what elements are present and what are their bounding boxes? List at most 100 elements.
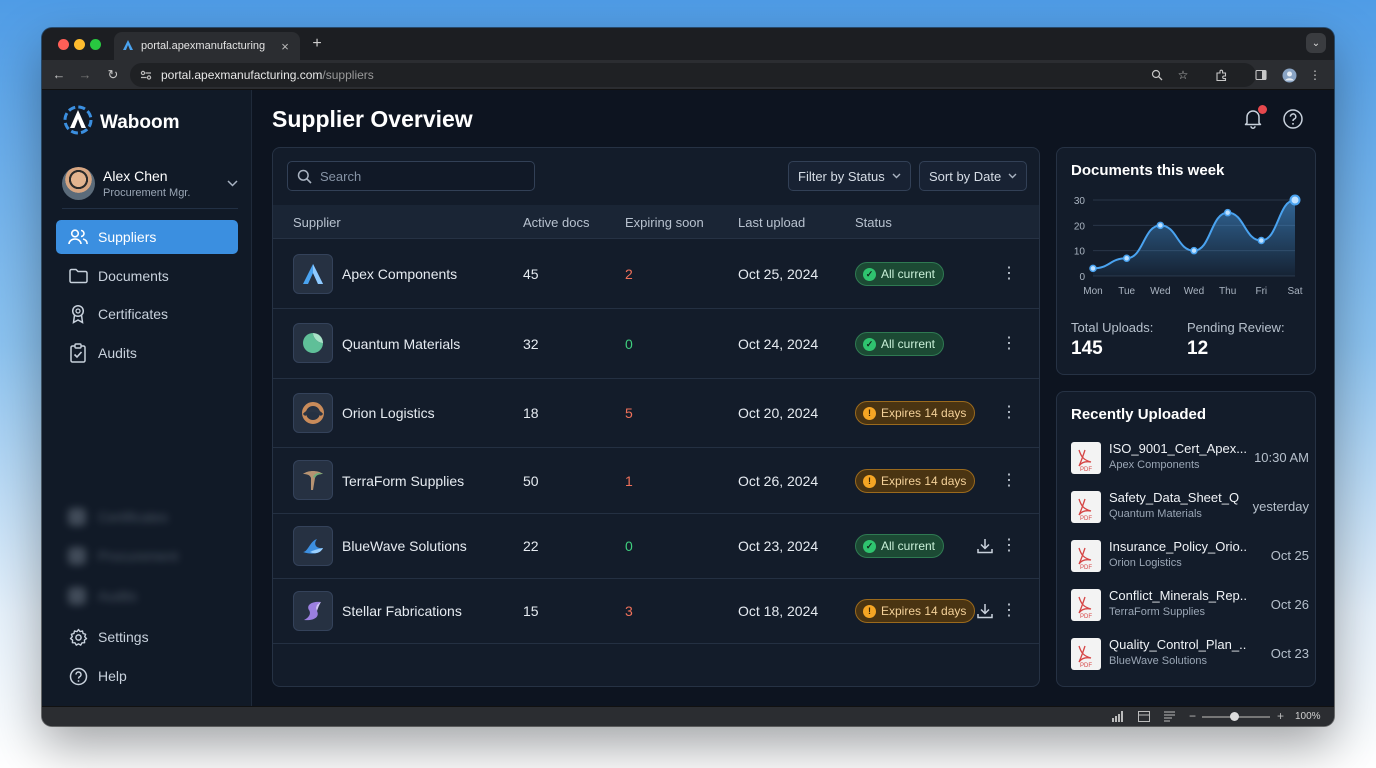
tab-search-button[interactable]: ⌄ [1306, 33, 1326, 53]
reload-button[interactable]: ↻ [104, 66, 122, 84]
filter-by-status-dropdown[interactable]: Filter by Status [788, 161, 911, 191]
sidebar-item-certificates[interactable]: Certificates [56, 297, 238, 331]
card-title: Documents this week [1071, 162, 1225, 179]
url-path: /suppliers [322, 68, 374, 82]
app-logo[interactable]: Waboom [62, 104, 180, 141]
status-text: All current [881, 267, 936, 281]
supplier-name[interactable]: Apex Components [342, 266, 457, 282]
sidebar-item-help[interactable]: Help [56, 659, 238, 693]
close-window-button[interactable] [58, 39, 69, 50]
status-text: Expires 14 days [881, 604, 967, 618]
minimize-window-button[interactable] [74, 39, 85, 50]
chart-x-tick-label: Wed [1184, 286, 1204, 297]
sidebar-item-audits[interactable]: Audits [56, 336, 238, 370]
tab-close-icon[interactable]: × [278, 39, 292, 54]
supplier-logo-icon [293, 591, 333, 631]
column-header-supplier[interactable]: Supplier [293, 215, 341, 230]
zoom-slider-handle[interactable] [1230, 712, 1239, 721]
side-panel-icon[interactable] [1252, 66, 1270, 84]
help-icon[interactable] [1282, 108, 1304, 130]
document-supplier: TerraForm Supplies [1109, 606, 1205, 618]
expiring-soon-value: 3 [625, 603, 633, 619]
recent-document-item[interactable]: PDF ISO_9001_Cert_Apex... Apex Component… [1071, 440, 1309, 480]
sidebar-item-suppliers[interactable]: Suppliers [56, 220, 238, 254]
search-input[interactable] [320, 168, 520, 184]
row-more-icon[interactable]: ⋮ [1001, 538, 1017, 554]
column-header-last-upload[interactable]: Last upload [738, 215, 805, 230]
table-row[interactable]: Quantum Materials 32 0 Oct 24, 2024 ✓ Al… [273, 309, 1039, 379]
documents-this-week-card: Documents this week 0 10 20 30 Mon Tue Wed Wed T… [1056, 147, 1316, 375]
maximize-window-button[interactable] [90, 39, 101, 50]
address-bar[interactable]: portal.apexmanufacturing.com/suppliers [130, 63, 1256, 87]
table-row[interactable]: TerraForm Supplies 50 1 Oct 26, 2024 ! E… [273, 448, 1039, 514]
row-more-icon[interactable]: ⋮ [1001, 603, 1017, 619]
download-icon[interactable] [976, 537, 994, 555]
screenshot-icon[interactable] [1138, 711, 1150, 723]
back-button[interactable]: ← [50, 66, 68, 84]
warning-circle-icon: ! [863, 604, 876, 618]
tab-favicon-icon [122, 39, 134, 54]
row-more-icon[interactable]: ⋮ [1001, 405, 1017, 421]
chart-x-tick-label: Mon [1083, 286, 1102, 297]
recent-document-item[interactable]: PDF Quality_Control_Plan_... BlueWave So… [1071, 636, 1309, 676]
table-row[interactable]: Stellar Fabrications 15 3 Oct 18, 2024 !… [273, 579, 1039, 644]
chevron-down-icon [892, 171, 901, 182]
active-docs-value: 18 [523, 405, 539, 421]
supplier-name[interactable]: BlueWave Solutions [342, 538, 467, 554]
chart-data-point [1089, 264, 1097, 273]
expiring-soon-value: 5 [625, 405, 633, 421]
column-header-expiring-soon[interactable]: Expiring soon [625, 215, 704, 230]
sidebar-item-label: Suppliers [98, 229, 157, 245]
download-icon[interactable] [976, 602, 994, 620]
zoom-icon[interactable] [1148, 66, 1166, 84]
column-header-active-docs[interactable]: Active docs [523, 215, 589, 230]
bookmark-star-icon[interactable]: ☆ [1174, 66, 1192, 84]
table-row[interactable]: Orion Logistics 18 5 Oct 20, 2024 ! Expi… [273, 379, 1039, 448]
document-supplier: Orion Logistics [1109, 557, 1182, 569]
browser-tab[interactable]: portal.apexmanufacturing × [114, 32, 300, 60]
row-more-icon[interactable]: ⋮ [1001, 266, 1017, 282]
chart-y-tick-label: 0 [1079, 272, 1085, 283]
extensions-icon[interactable] [1212, 66, 1230, 84]
supplier-logo-icon [293, 460, 333, 500]
sidebar-divider [62, 208, 238, 209]
blurred-icon [68, 547, 86, 565]
gear-icon [68, 627, 88, 647]
forward-button[interactable]: → [76, 66, 94, 84]
site-info-icon[interactable] [140, 69, 152, 81]
blurred-label: Procurement [98, 548, 179, 564]
zoom-out-button[interactable]: − [1189, 709, 1201, 723]
total-uploads-value: 145 [1071, 338, 1103, 359]
supplier-name[interactable]: Quantum Materials [342, 336, 460, 352]
search-box[interactable] [287, 161, 535, 191]
table-row[interactable]: BlueWave Solutions 22 0 Oct 23, 2024 ✓ A… [273, 514, 1039, 579]
table-row[interactable]: Apex Components 45 2 Oct 25, 2024 ✓ All … [273, 239, 1039, 309]
status-badge: ✓ All current [855, 534, 945, 558]
last-upload-value: Oct 26, 2024 [738, 473, 819, 489]
document-time: yesterday [1252, 499, 1309, 514]
sort-by-date-dropdown[interactable]: Sort by Date [919, 161, 1028, 191]
filter-label: Filter by Status [798, 168, 885, 184]
sidebar-item-documents[interactable]: Documents [56, 259, 238, 293]
sidebar-item-settings[interactable]: Settings [56, 620, 238, 654]
zoom-in-button[interactable]: + [1277, 709, 1289, 723]
supplier-name[interactable]: Orion Logistics [342, 405, 435, 421]
column-header-status[interactable]: Status [855, 215, 892, 230]
profile-avatar-icon[interactable] [1280, 66, 1298, 84]
user-menu[interactable]: Alex Chen Procurement Mgr. [62, 158, 238, 208]
row-more-icon[interactable]: ⋮ [1001, 336, 1017, 352]
chart-data-point [1223, 208, 1232, 217]
document-time: Oct 26 [1270, 597, 1309, 612]
row-more-icon[interactable]: ⋮ [1001, 473, 1017, 489]
supplier-name[interactable]: TerraForm Supplies [342, 473, 464, 489]
recent-document-item[interactable]: PDF Conflict_Minerals_Rep... TerraForm S… [1071, 587, 1309, 627]
new-tab-button[interactable]: + [308, 35, 326, 53]
document-supplier: BlueWave Solutions [1109, 655, 1208, 667]
reader-icon[interactable] [1164, 711, 1176, 723]
browser-menu-icon[interactable]: ⋮ [1306, 66, 1324, 84]
recent-document-item[interactable]: PDF Safety_Data_Sheet_Q Quantum Material… [1071, 489, 1309, 529]
chevron-down-icon[interactable] [227, 176, 238, 190]
supplier-name[interactable]: Stellar Fabrications [342, 603, 462, 619]
check-circle-icon: ✓ [863, 337, 876, 351]
recent-document-item[interactable]: PDF Insurance_Policy_Orio... Orion Logis… [1071, 538, 1309, 578]
